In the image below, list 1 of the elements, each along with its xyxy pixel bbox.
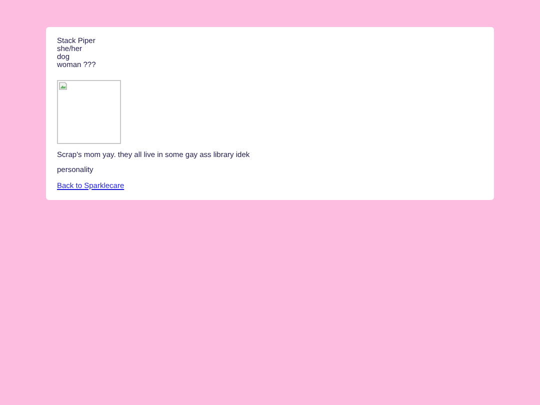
- broken-image-icon: [59, 82, 67, 90]
